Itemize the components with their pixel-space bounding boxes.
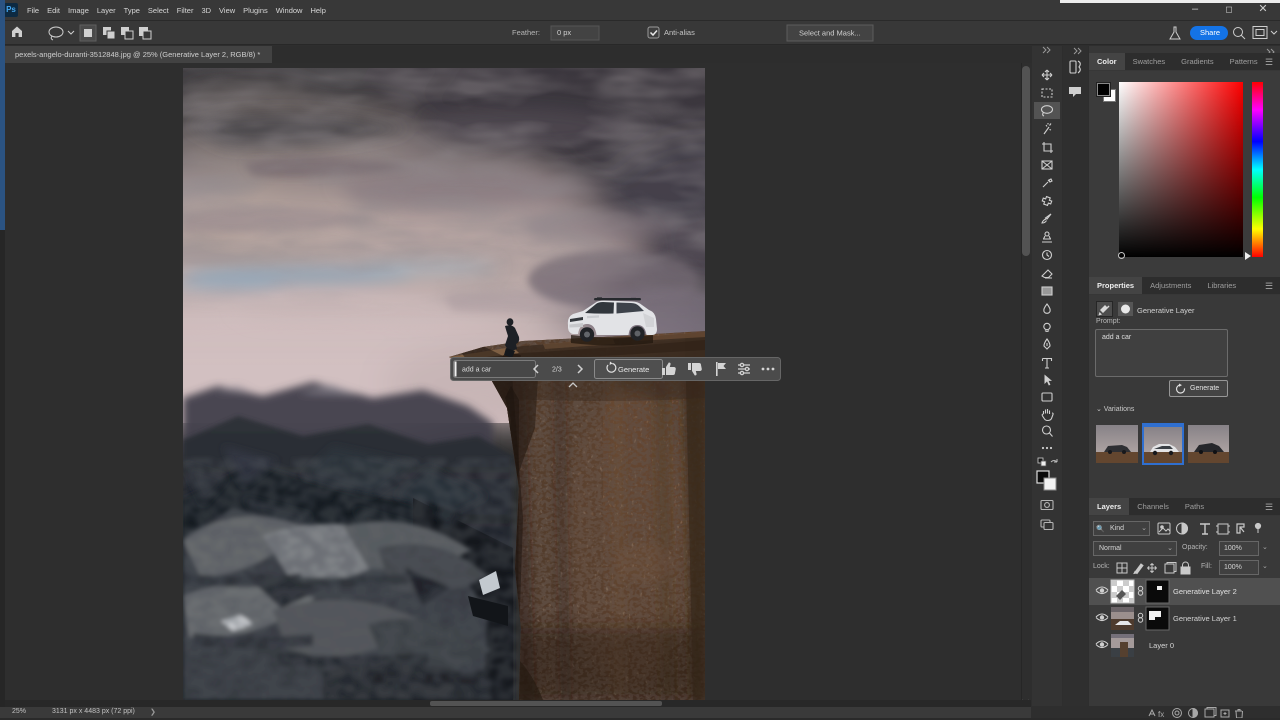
svg-text:Generative Layer 1: Generative Layer 1 <box>1173 614 1237 623</box>
svg-text:Layer 0: Layer 0 <box>1149 641 1174 650</box>
svg-text:Feather:: Feather: <box>512 28 540 37</box>
svg-text:Generate: Generate <box>618 365 649 374</box>
svg-text:2/3: 2/3 <box>552 367 562 374</box>
svg-text:Share: Share <box>1200 28 1220 37</box>
svg-text:Anti-alias: Anti-alias <box>664 28 695 37</box>
svg-text:Select and Mask...: Select and Mask... <box>799 29 861 38</box>
svg-text:Generative Layer 2: Generative Layer 2 <box>1173 587 1237 596</box>
svg-text:0 px: 0 px <box>557 28 571 37</box>
svg-text:add a car: add a car <box>462 367 492 374</box>
